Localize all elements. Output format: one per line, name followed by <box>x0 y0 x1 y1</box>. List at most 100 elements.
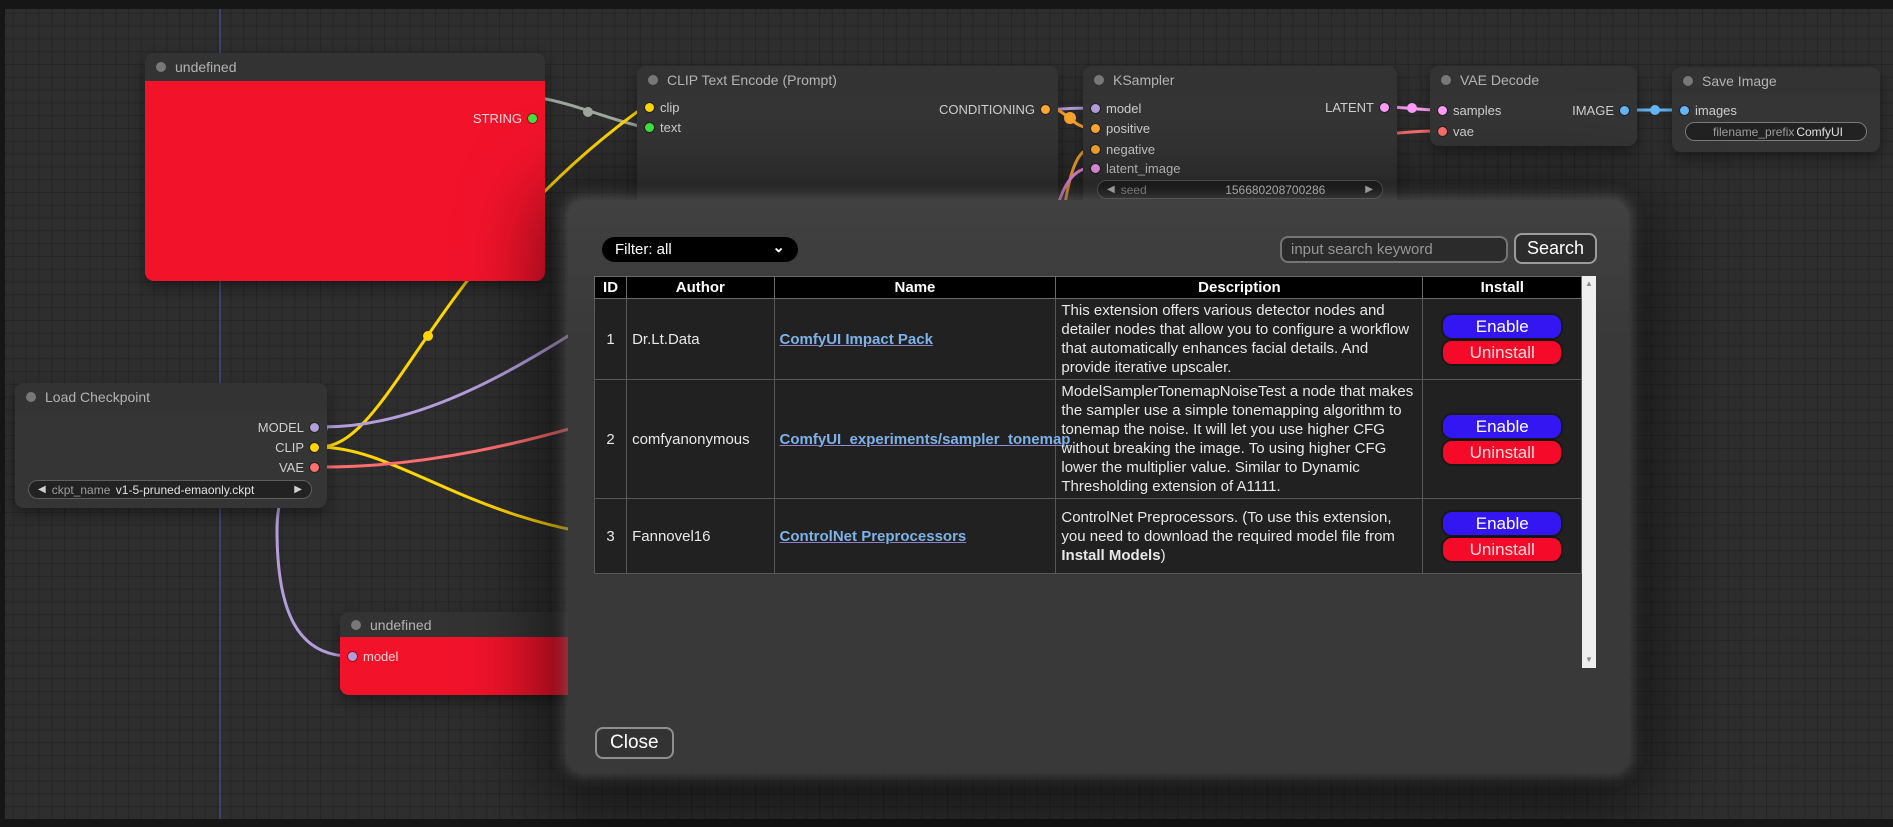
node-title: KSampler <box>1113 72 1174 88</box>
port-dot-vae-icon[interactable] <box>310 463 319 472</box>
enable-button[interactable]: Enable <box>1443 512 1561 535</box>
widget-value[interactable]: v1-5-pruned-emaonly.ckpt <box>116 483 255 497</box>
port-dot-clip-icon[interactable] <box>645 103 654 112</box>
port-dot-latent-image-icon[interactable] <box>1091 164 1100 173</box>
port-dot-conditioning-icon[interactable] <box>1041 105 1050 114</box>
enable-button[interactable]: Enable <box>1443 315 1561 338</box>
node-clip-text-encode[interactable]: CLIP Text Encode (Prompt) clip text COND… <box>637 66 1058 216</box>
node-clip-text-encode-header[interactable]: CLIP Text Encode (Prompt) <box>637 66 1058 94</box>
table-row: 3 Fannovel16 ControlNet Preprocessors Co… <box>595 499 1582 574</box>
node-save-image-header[interactable]: Save Image <box>1672 67 1880 95</box>
output-port-vae[interactable]: VAE <box>279 460 319 474</box>
collapse-dot-icon[interactable] <box>648 75 658 85</box>
port-dot-negative-icon[interactable] <box>1091 145 1100 154</box>
extension-link[interactable]: ComfyUI_experiments/sampler_tonemap <box>780 431 1071 448</box>
node-title: Load Checkpoint <box>45 389 150 405</box>
node-load-checkpoint-header[interactable]: Load Checkpoint <box>15 383 327 411</box>
port-label: images <box>1695 103 1737 118</box>
port-dot-clip-icon[interactable] <box>310 443 319 452</box>
port-dot-images-icon[interactable] <box>1680 106 1689 115</box>
port-label: negative <box>1106 142 1155 157</box>
node-load-checkpoint[interactable]: Load Checkpoint MODEL CLIP VAE ◀ ckpt_na… <box>15 383 327 508</box>
input-port-text[interactable]: text <box>645 120 681 134</box>
table-scrollbar[interactable]: ▲ ▼ <box>1582 276 1596 668</box>
collapse-dot-icon[interactable] <box>1441 75 1451 85</box>
scroll-up-icon[interactable]: ▲ <box>1582 279 1596 289</box>
extension-link[interactable]: ControlNet Preprocessors <box>780 528 967 545</box>
table-row: 1 Dr.Lt.Data ComfyUI Impact Pack This ex… <box>595 299 1582 380</box>
port-dot-model-icon[interactable] <box>348 652 357 661</box>
seed-widget[interactable]: ◀ seed 156680208700286 ▶ <box>1097 180 1383 199</box>
widget-value[interactable]: 156680208700286 <box>1225 183 1325 197</box>
canvas-edge-top <box>0 0 1893 9</box>
next-checkpoint-arrow-icon[interactable]: ▶ <box>294 485 302 495</box>
port-label: text <box>660 120 681 135</box>
input-port-vae[interactable]: vae <box>1438 124 1474 138</box>
uninstall-button[interactable]: Uninstall <box>1443 341 1561 364</box>
widget-value[interactable]: ComfyUI <box>1796 125 1843 139</box>
extension-link[interactable]: ComfyUI Impact Pack <box>780 331 933 348</box>
collapse-dot-icon[interactable] <box>1683 76 1693 86</box>
search-input[interactable] <box>1280 236 1508 263</box>
node-undefined-top-header[interactable]: undefined <box>145 53 545 81</box>
collapse-dot-icon[interactable] <box>1094 75 1104 85</box>
input-port-model[interactable]: model <box>348 649 398 663</box>
output-port-image[interactable]: IMAGE <box>1572 103 1629 117</box>
prev-checkpoint-arrow-icon[interactable]: ◀ <box>38 485 46 495</box>
enable-button[interactable]: Enable <box>1443 415 1561 438</box>
uninstall-button[interactable]: Uninstall <box>1443 538 1561 561</box>
port-dot-string-icon[interactable] <box>528 114 537 123</box>
port-dot-model-icon[interactable] <box>1091 104 1100 113</box>
port-dot-model-icon[interactable] <box>310 423 319 432</box>
port-label: positive <box>1106 121 1150 136</box>
search-button[interactable]: Search <box>1514 233 1597 264</box>
column-header-install: Install <box>1423 277 1582 299</box>
cell-id: 1 <box>595 299 627 380</box>
filter-selected-value: Filter: all <box>615 241 672 258</box>
widget-label: seed <box>1121 183 1147 197</box>
node-vae-decode[interactable]: VAE Decode samples vae IMAGE <box>1430 66 1637 146</box>
input-port-positive[interactable]: positive <box>1091 121 1150 135</box>
node-save-image[interactable]: Save Image images filename_prefix ComfyU… <box>1672 67 1880 152</box>
input-port-model[interactable]: model <box>1091 101 1141 115</box>
input-port-images[interactable]: images <box>1680 103 1737 117</box>
port-dot-positive-icon[interactable] <box>1091 124 1100 133</box>
port-dot-image-icon[interactable] <box>1620 106 1629 115</box>
input-port-samples[interactable]: samples <box>1438 103 1501 117</box>
port-dot-text-icon[interactable] <box>645 123 654 132</box>
port-label: LATENT <box>1325 100 1374 115</box>
port-dot-samples-icon[interactable] <box>1438 106 1447 115</box>
collapse-dot-icon[interactable] <box>351 620 361 630</box>
scroll-down-icon[interactable]: ▼ <box>1582 655 1596 665</box>
node-vae-decode-header[interactable]: VAE Decode <box>1430 66 1637 94</box>
node-ksampler-header[interactable]: KSampler <box>1083 66 1397 94</box>
port-dot-vae-icon[interactable] <box>1438 127 1447 136</box>
output-port-conditioning[interactable]: CONDITIONING <box>939 102 1050 116</box>
ckpt-name-widget[interactable]: ◀ ckpt_name v1-5-pruned-emaonly.ckpt ▶ <box>28 480 312 499</box>
collapse-dot-icon[interactable] <box>26 392 36 402</box>
increment-arrow-icon[interactable]: ▶ <box>1365 185 1373 195</box>
output-port-model[interactable]: MODEL <box>258 420 319 434</box>
node-undefined-top[interactable]: undefined STRING <box>145 53 545 281</box>
uninstall-button[interactable]: Uninstall <box>1443 441 1561 464</box>
filename-prefix-widget[interactable]: filename_prefix ComfyUI <box>1685 122 1867 141</box>
cell-description: This extension offers various detector n… <box>1056 299 1423 380</box>
cell-id: 3 <box>595 499 627 574</box>
collapse-dot-icon[interactable] <box>156 62 166 72</box>
chevron-down-icon: ⌄ <box>772 238 785 256</box>
extension-table-container: ID Author Name Description Install 1 Dr.… <box>594 276 1596 668</box>
port-label: samples <box>1453 103 1501 118</box>
close-button[interactable]: Close <box>595 727 674 759</box>
input-port-negative[interactable]: negative <box>1091 142 1155 156</box>
input-port-clip[interactable]: clip <box>645 100 680 114</box>
output-port-string[interactable]: STRING <box>473 111 537 125</box>
output-port-clip[interactable]: CLIP <box>275 440 319 454</box>
filter-select[interactable]: Filter: all ⌄ <box>602 237 798 262</box>
port-dot-latent-icon[interactable] <box>1380 103 1389 112</box>
input-port-latent-image[interactable]: latent_image <box>1091 161 1180 175</box>
node-undefined-bottom[interactable]: undefined model <box>340 612 580 695</box>
node-ksampler[interactable]: KSampler model positive negative latent_… <box>1083 66 1397 216</box>
output-port-latent[interactable]: LATENT <box>1325 100 1389 114</box>
node-undefined-bottom-header[interactable]: undefined <box>340 612 580 637</box>
decrement-arrow-icon[interactable]: ◀ <box>1107 185 1115 195</box>
